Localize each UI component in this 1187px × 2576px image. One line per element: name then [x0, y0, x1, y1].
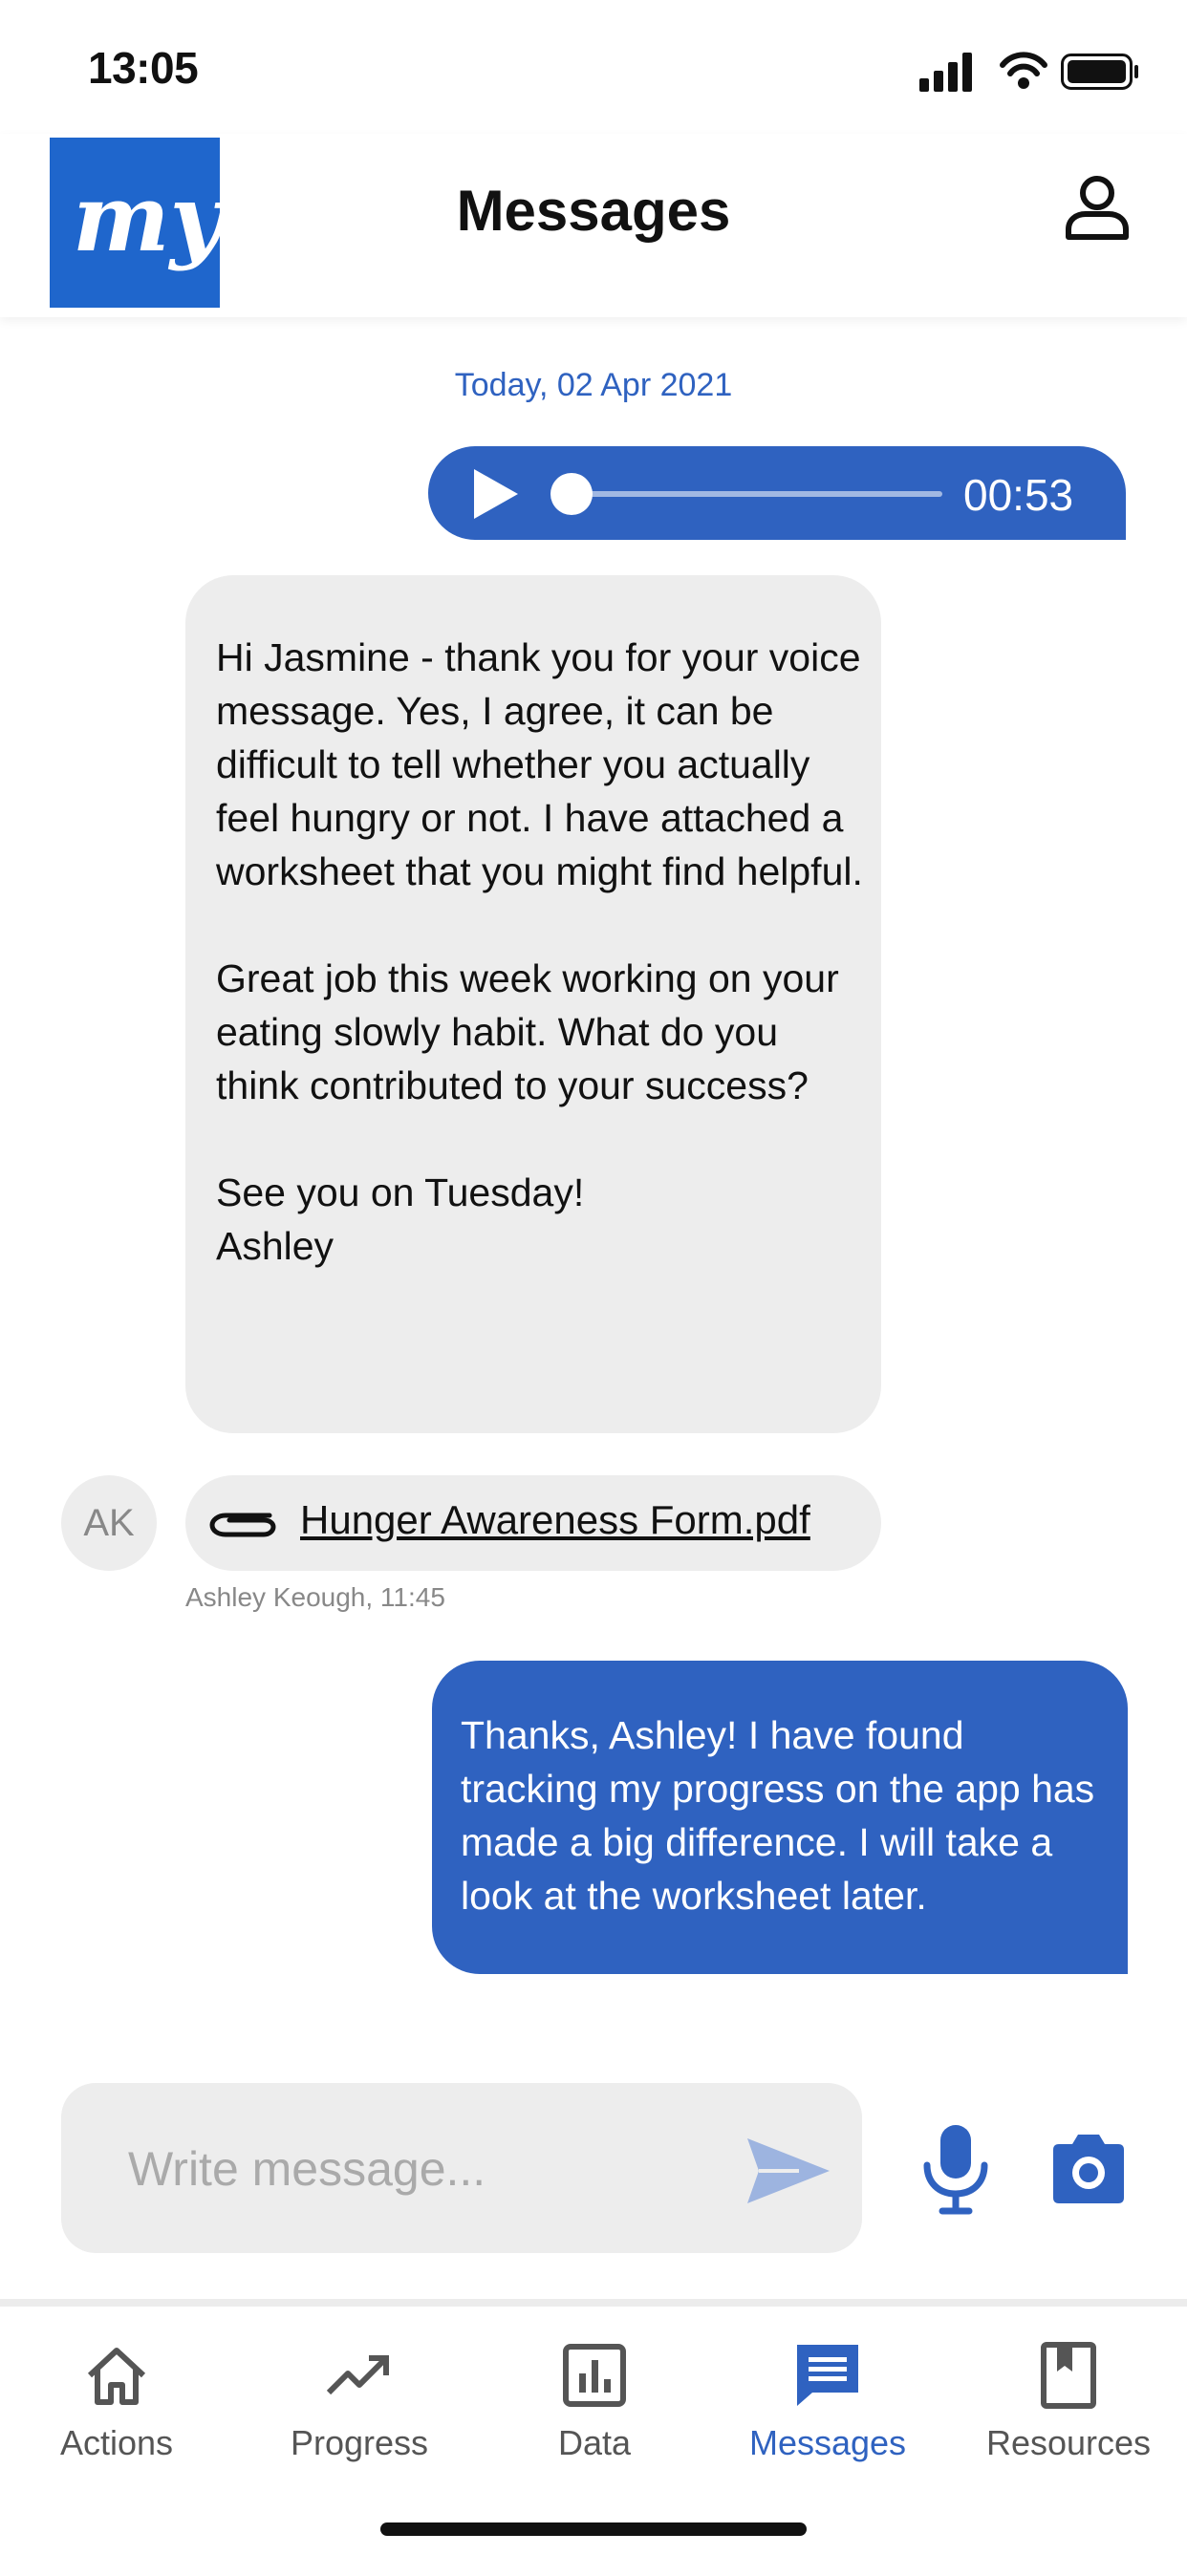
message-input[interactable]: [126, 2125, 703, 2213]
avatar[interactable]: AK: [61, 1475, 157, 1571]
microphone-icon[interactable]: [917, 2121, 994, 2217]
tab-label: Messages: [748, 2423, 907, 2462]
incoming-message-text: Hi Jasmine - thank you for your voice me…: [216, 635, 863, 1268]
outgoing-message-bubble: Thanks, Ashley! I have found tracking my…: [432, 1661, 1128, 1974]
page-title: Messages: [456, 179, 731, 243]
tab-resources[interactable]: Resources: [954, 2341, 1183, 2463]
tab-progress[interactable]: Progress: [245, 2341, 474, 2463]
tab-label: Progress: [290, 2423, 429, 2462]
message-composer: [61, 2083, 862, 2253]
wifi-icon: [1000, 52, 1047, 89]
tab-label: Data: [557, 2423, 632, 2462]
voice-message-bubble: 00:53: [428, 446, 1126, 540]
home-indicator: [380, 2522, 807, 2536]
home-icon: [87, 2348, 146, 2405]
cellular-signal-icon: [919, 53, 972, 92]
voice-duration: 00:53: [963, 470, 1074, 520]
tab-label: Actions: [59, 2423, 174, 2462]
chart-icon: [563, 2344, 626, 2407]
camera-icon[interactable]: [1047, 2131, 1130, 2207]
tab-actions[interactable]: Actions: [2, 2341, 231, 2463]
play-icon[interactable]: [466, 465, 524, 523]
status-icons: [919, 52, 1138, 92]
attachment-bubble[interactable]: Hunger Awareness Form.pdf: [185, 1475, 881, 1571]
battery-icon: [1061, 54, 1138, 90]
chat-icon: [797, 2345, 858, 2406]
attachment-file-link[interactable]: Hunger Awareness Form.pdf: [300, 1497, 810, 1543]
tab-messages[interactable]: Messages: [713, 2341, 942, 2463]
tab-data[interactable]: Data: [480, 2341, 709, 2463]
voice-progress-track[interactable]: [570, 491, 942, 497]
status-time: 13:05: [88, 43, 199, 93]
outgoing-message-text: Thanks, Ashley! I have found tracking my…: [461, 1713, 1095, 1918]
profile-icon[interactable]: [1061, 172, 1133, 245]
send-icon[interactable]: [742, 2133, 833, 2209]
paperclip-icon: [209, 1513, 276, 1537]
date-separator: Today, 02 Apr 2021: [454, 367, 733, 403]
tab-label: Resources: [985, 2423, 1152, 2462]
trend-icon: [326, 2355, 389, 2395]
message-meta: Ashley Keough, 11:45: [185, 1582, 445, 1612]
incoming-message-bubble: Hi Jasmine - thank you for your voice me…: [185, 575, 881, 1433]
bookmark-icon: [1041, 2342, 1096, 2409]
voice-progress-knob[interactable]: [550, 473, 593, 515]
